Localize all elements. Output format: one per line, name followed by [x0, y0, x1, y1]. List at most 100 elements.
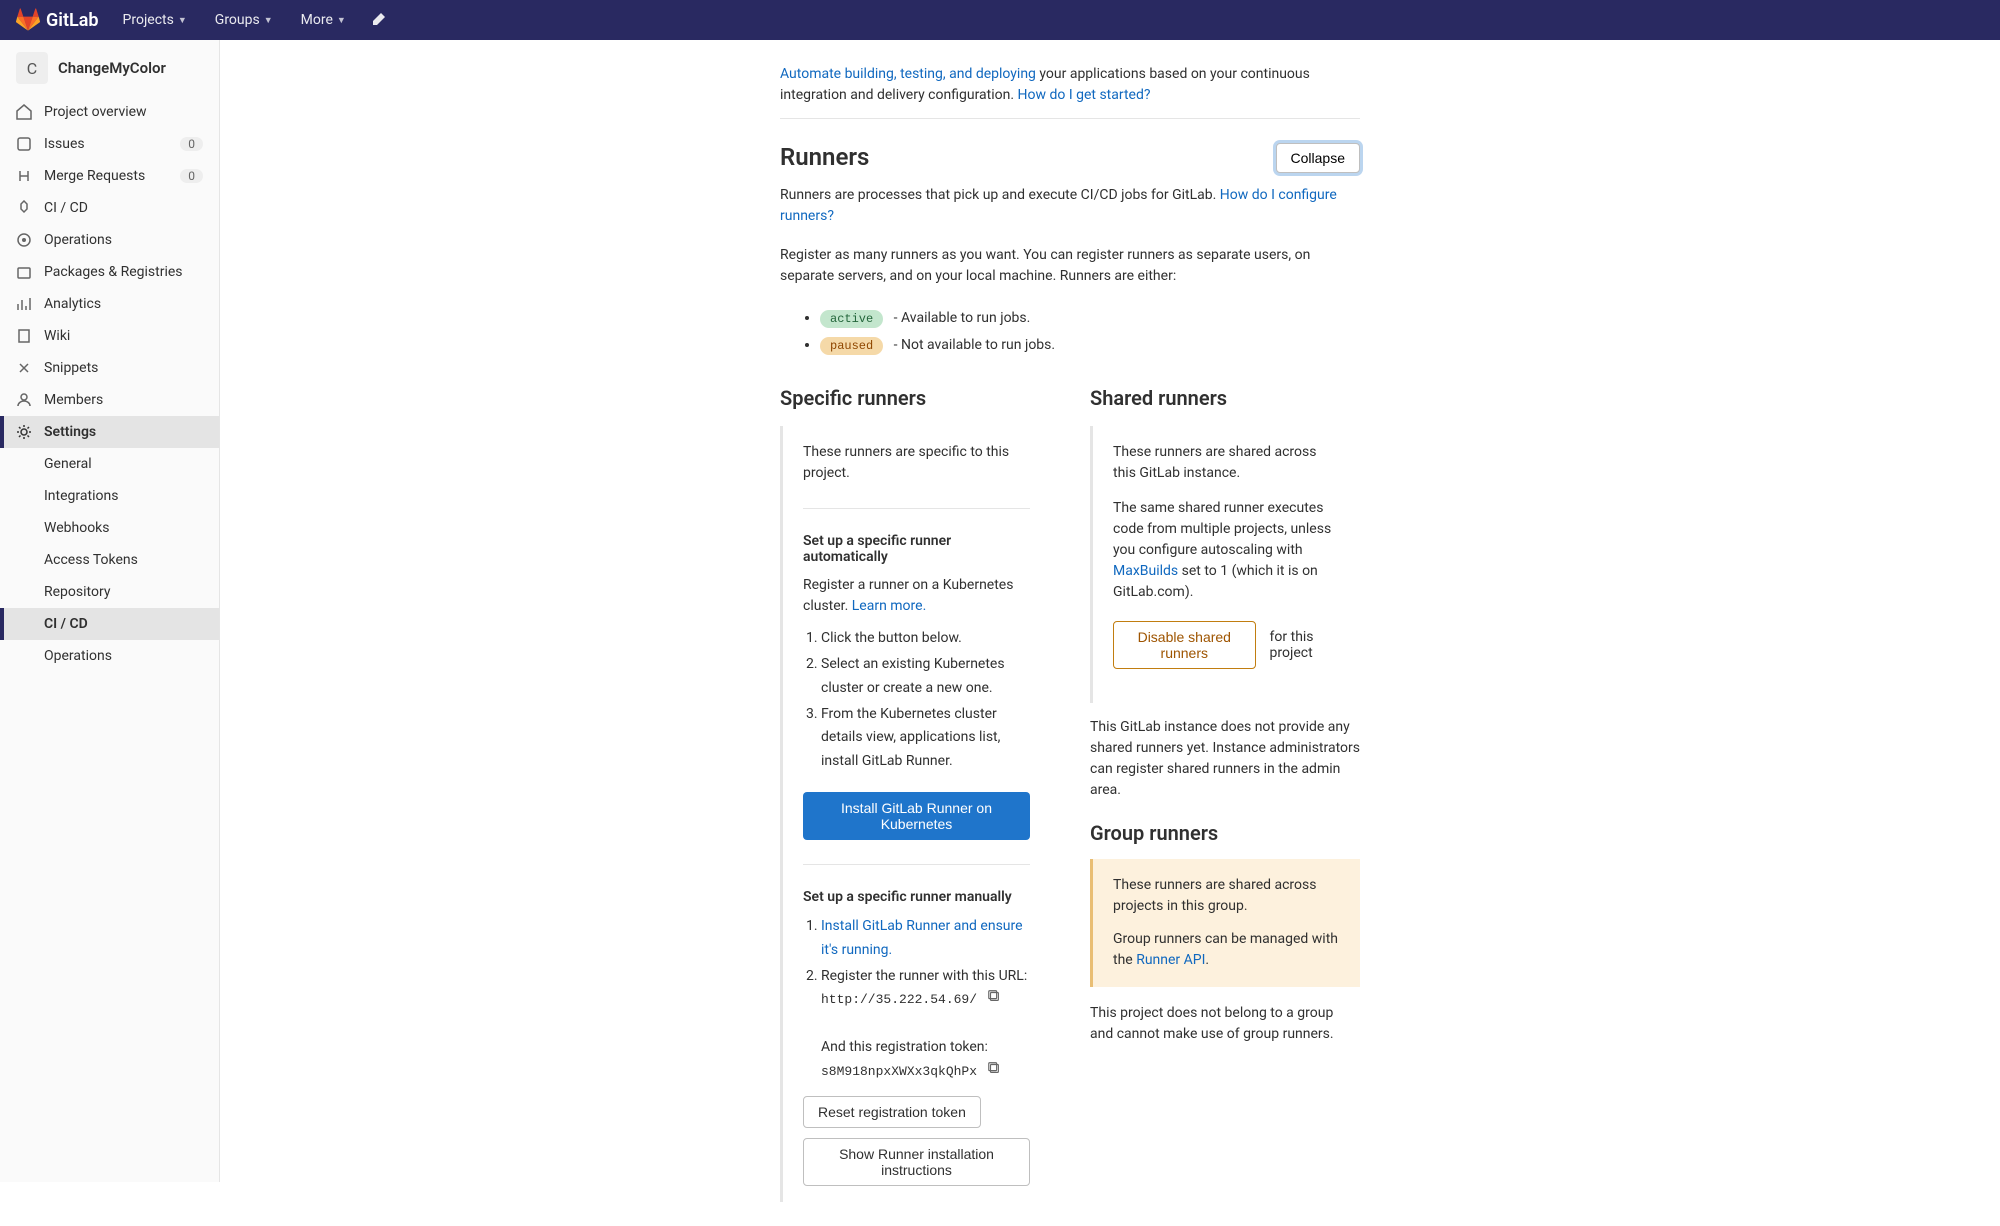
divider [803, 864, 1030, 865]
runners-columns: Specific runners These runners are speci… [780, 386, 1360, 1201]
nav-pipeline-editor[interactable] [362, 4, 394, 36]
show-instructions-button[interactable]: Show Runner installation instructions [803, 1138, 1030, 1186]
top-bar: GitLab Projects▼ Groups▼ More▼ [0, 0, 2000, 40]
auto-steps-list: Click the button below. Select an existi… [821, 627, 1030, 774]
runner-status-list: active - Available to run jobs. paused -… [820, 305, 1360, 358]
rocket-icon [16, 200, 32, 216]
main-content: Automate building, testing, and deployin… [220, 40, 1400, 1226]
chevron-down-icon: ▼ [178, 15, 187, 26]
sidebar-label: Settings [44, 424, 96, 440]
sidebar-item-snippets[interactable]: Snippets [0, 352, 219, 384]
learn-more-link[interactable]: Learn more. [852, 598, 927, 614]
runner-api-link[interactable]: Runner API [1136, 952, 1205, 968]
manual-step: Register the runner with this URL: http:… [821, 965, 1030, 1084]
disable-shared-button[interactable]: Disable shared runners [1113, 621, 1256, 669]
auto-step: Select an existing Kubernetes cluster or… [821, 653, 1030, 701]
status-active: active - Available to run jobs. [820, 305, 1360, 332]
copy-url-icon[interactable] [987, 991, 1001, 1007]
project-avatar: C [16, 52, 48, 84]
settings-cicd[interactable]: CI / CD [0, 608, 219, 640]
sidebar-label: Merge Requests [44, 168, 145, 184]
auto-setup-text: Register a runner on a Kubernetes cluste… [803, 575, 1030, 617]
sidebar-item-operations[interactable]: Operations [0, 224, 219, 256]
status-paused: paused - Not available to run jobs. [820, 332, 1360, 359]
reset-token-button[interactable]: Reset registration token [803, 1096, 981, 1128]
operations-icon [16, 232, 32, 248]
nav-projects[interactable]: Projects▼ [111, 4, 199, 36]
sidebar-item-merge-requests[interactable]: Merge Requests 0 [0, 160, 219, 192]
specific-intro: These runners are specific to this proje… [803, 442, 1030, 484]
shared-desc: The same shared runner executes code fro… [1113, 498, 1340, 603]
sidebar-label: Wiki [44, 328, 70, 344]
maxbuilds-link[interactable]: MaxBuilds [1113, 563, 1178, 579]
book-icon [16, 328, 32, 344]
chevron-down-icon: ▼ [337, 15, 346, 26]
shared-note: This GitLab instance does not provide an… [1090, 717, 1360, 801]
home-icon [16, 104, 32, 120]
settings-integrations[interactable]: Integrations [0, 480, 219, 512]
snippets-icon [16, 360, 32, 376]
members-icon [16, 392, 32, 408]
registration-token: s8M918npxXWXx3qkQhPx [821, 1064, 977, 1079]
specific-runners-column: Specific runners These runners are speci… [780, 386, 1050, 1201]
group-note: This project does not belong to a group … [1090, 1003, 1360, 1045]
runners-header: Runners Collapse [780, 143, 1360, 173]
auto-step: Click the button below. [821, 627, 1030, 651]
group-box-text1: These runners are shared across projects… [1113, 875, 1340, 917]
sidebar-item-overview[interactable]: Project overview [0, 96, 219, 128]
mr-badge: 0 [180, 169, 203, 183]
disable-suffix: for this project [1270, 629, 1340, 661]
auto-setup-title: Set up a specific runner automatically [803, 533, 1030, 565]
intro-paragraph: Automate building, testing, and deployin… [780, 64, 1360, 106]
gitlab-logo[interactable]: GitLab [16, 8, 99, 32]
automate-link[interactable]: Automate building, testing, and deployin… [780, 66, 1036, 82]
divider [803, 508, 1030, 509]
sidebar-item-analytics[interactable]: Analytics [0, 288, 219, 320]
manual-steps-list: Install GitLab Runner and ensure it's ru… [821, 915, 1030, 1084]
nav-more[interactable]: More▼ [289, 4, 358, 36]
specific-panel: These runners are specific to this proje… [780, 426, 1050, 1201]
sidebar-item-members[interactable]: Members [0, 384, 219, 416]
sidebar-label: Analytics [44, 296, 101, 312]
sidebar-label: Packages & Registries [44, 264, 183, 280]
project-name: ChangeMyColor [58, 59, 166, 77]
group-info-box: These runners are shared across projects… [1090, 859, 1360, 987]
copy-token-icon[interactable] [987, 1063, 1001, 1079]
specific-title: Specific runners [780, 386, 1050, 410]
analytics-icon [16, 296, 32, 312]
settings-repository[interactable]: Repository [0, 576, 219, 608]
manual-setup-title: Set up a specific runner manually [803, 889, 1030, 905]
gitlab-icon [16, 8, 40, 32]
divider [780, 118, 1360, 119]
sidebar-item-packages[interactable]: Packages & Registries [0, 256, 219, 288]
shared-intro: These runners are shared across this Git… [1113, 442, 1340, 484]
group-title: Group runners [1090, 821, 1360, 845]
issues-badge: 0 [180, 137, 203, 151]
merge-request-icon [16, 168, 32, 184]
sidebar-item-cicd[interactable]: CI / CD [0, 192, 219, 224]
sidebar-item-issues[interactable]: Issues 0 [0, 128, 219, 160]
manual-step: Install GitLab Runner and ensure it's ru… [821, 915, 1030, 963]
settings-operations[interactable]: Operations [0, 640, 219, 672]
nav-groups[interactable]: Groups▼ [203, 4, 285, 36]
group-box-text2: Group runners can be managed with the Ru… [1113, 929, 1340, 971]
settings-general[interactable]: General [0, 448, 219, 480]
runners-title: Runners [780, 143, 869, 171]
settings-webhooks[interactable]: Webhooks [0, 512, 219, 544]
install-runner-link[interactable]: Install GitLab Runner and ensure it's ru… [821, 918, 1023, 958]
get-started-link[interactable]: How do I get started? [1018, 87, 1151, 103]
sidebar-item-wiki[interactable]: Wiki [0, 320, 219, 352]
register-info: Register as many runners as you want. Yo… [780, 245, 1360, 287]
install-k8s-button[interactable]: Install GitLab Runner on Kubernetes [803, 792, 1030, 840]
settings-access-tokens[interactable]: Access Tokens [0, 544, 219, 576]
paused-badge: paused [820, 337, 883, 355]
collapse-button[interactable]: Collapse [1276, 143, 1360, 173]
brand-text: GitLab [46, 10, 99, 31]
auto-step: From the Kubernetes cluster details view… [821, 703, 1030, 774]
sidebar-item-settings[interactable]: Settings [0, 416, 219, 448]
pipeline-icon [370, 12, 386, 28]
project-header[interactable]: C ChangeMyColor [0, 40, 219, 96]
runners-description: Runners are processes that pick up and e… [780, 185, 1360, 227]
disable-shared-row: Disable shared runners for this project [1113, 621, 1340, 669]
chevron-down-icon: ▼ [264, 15, 273, 26]
